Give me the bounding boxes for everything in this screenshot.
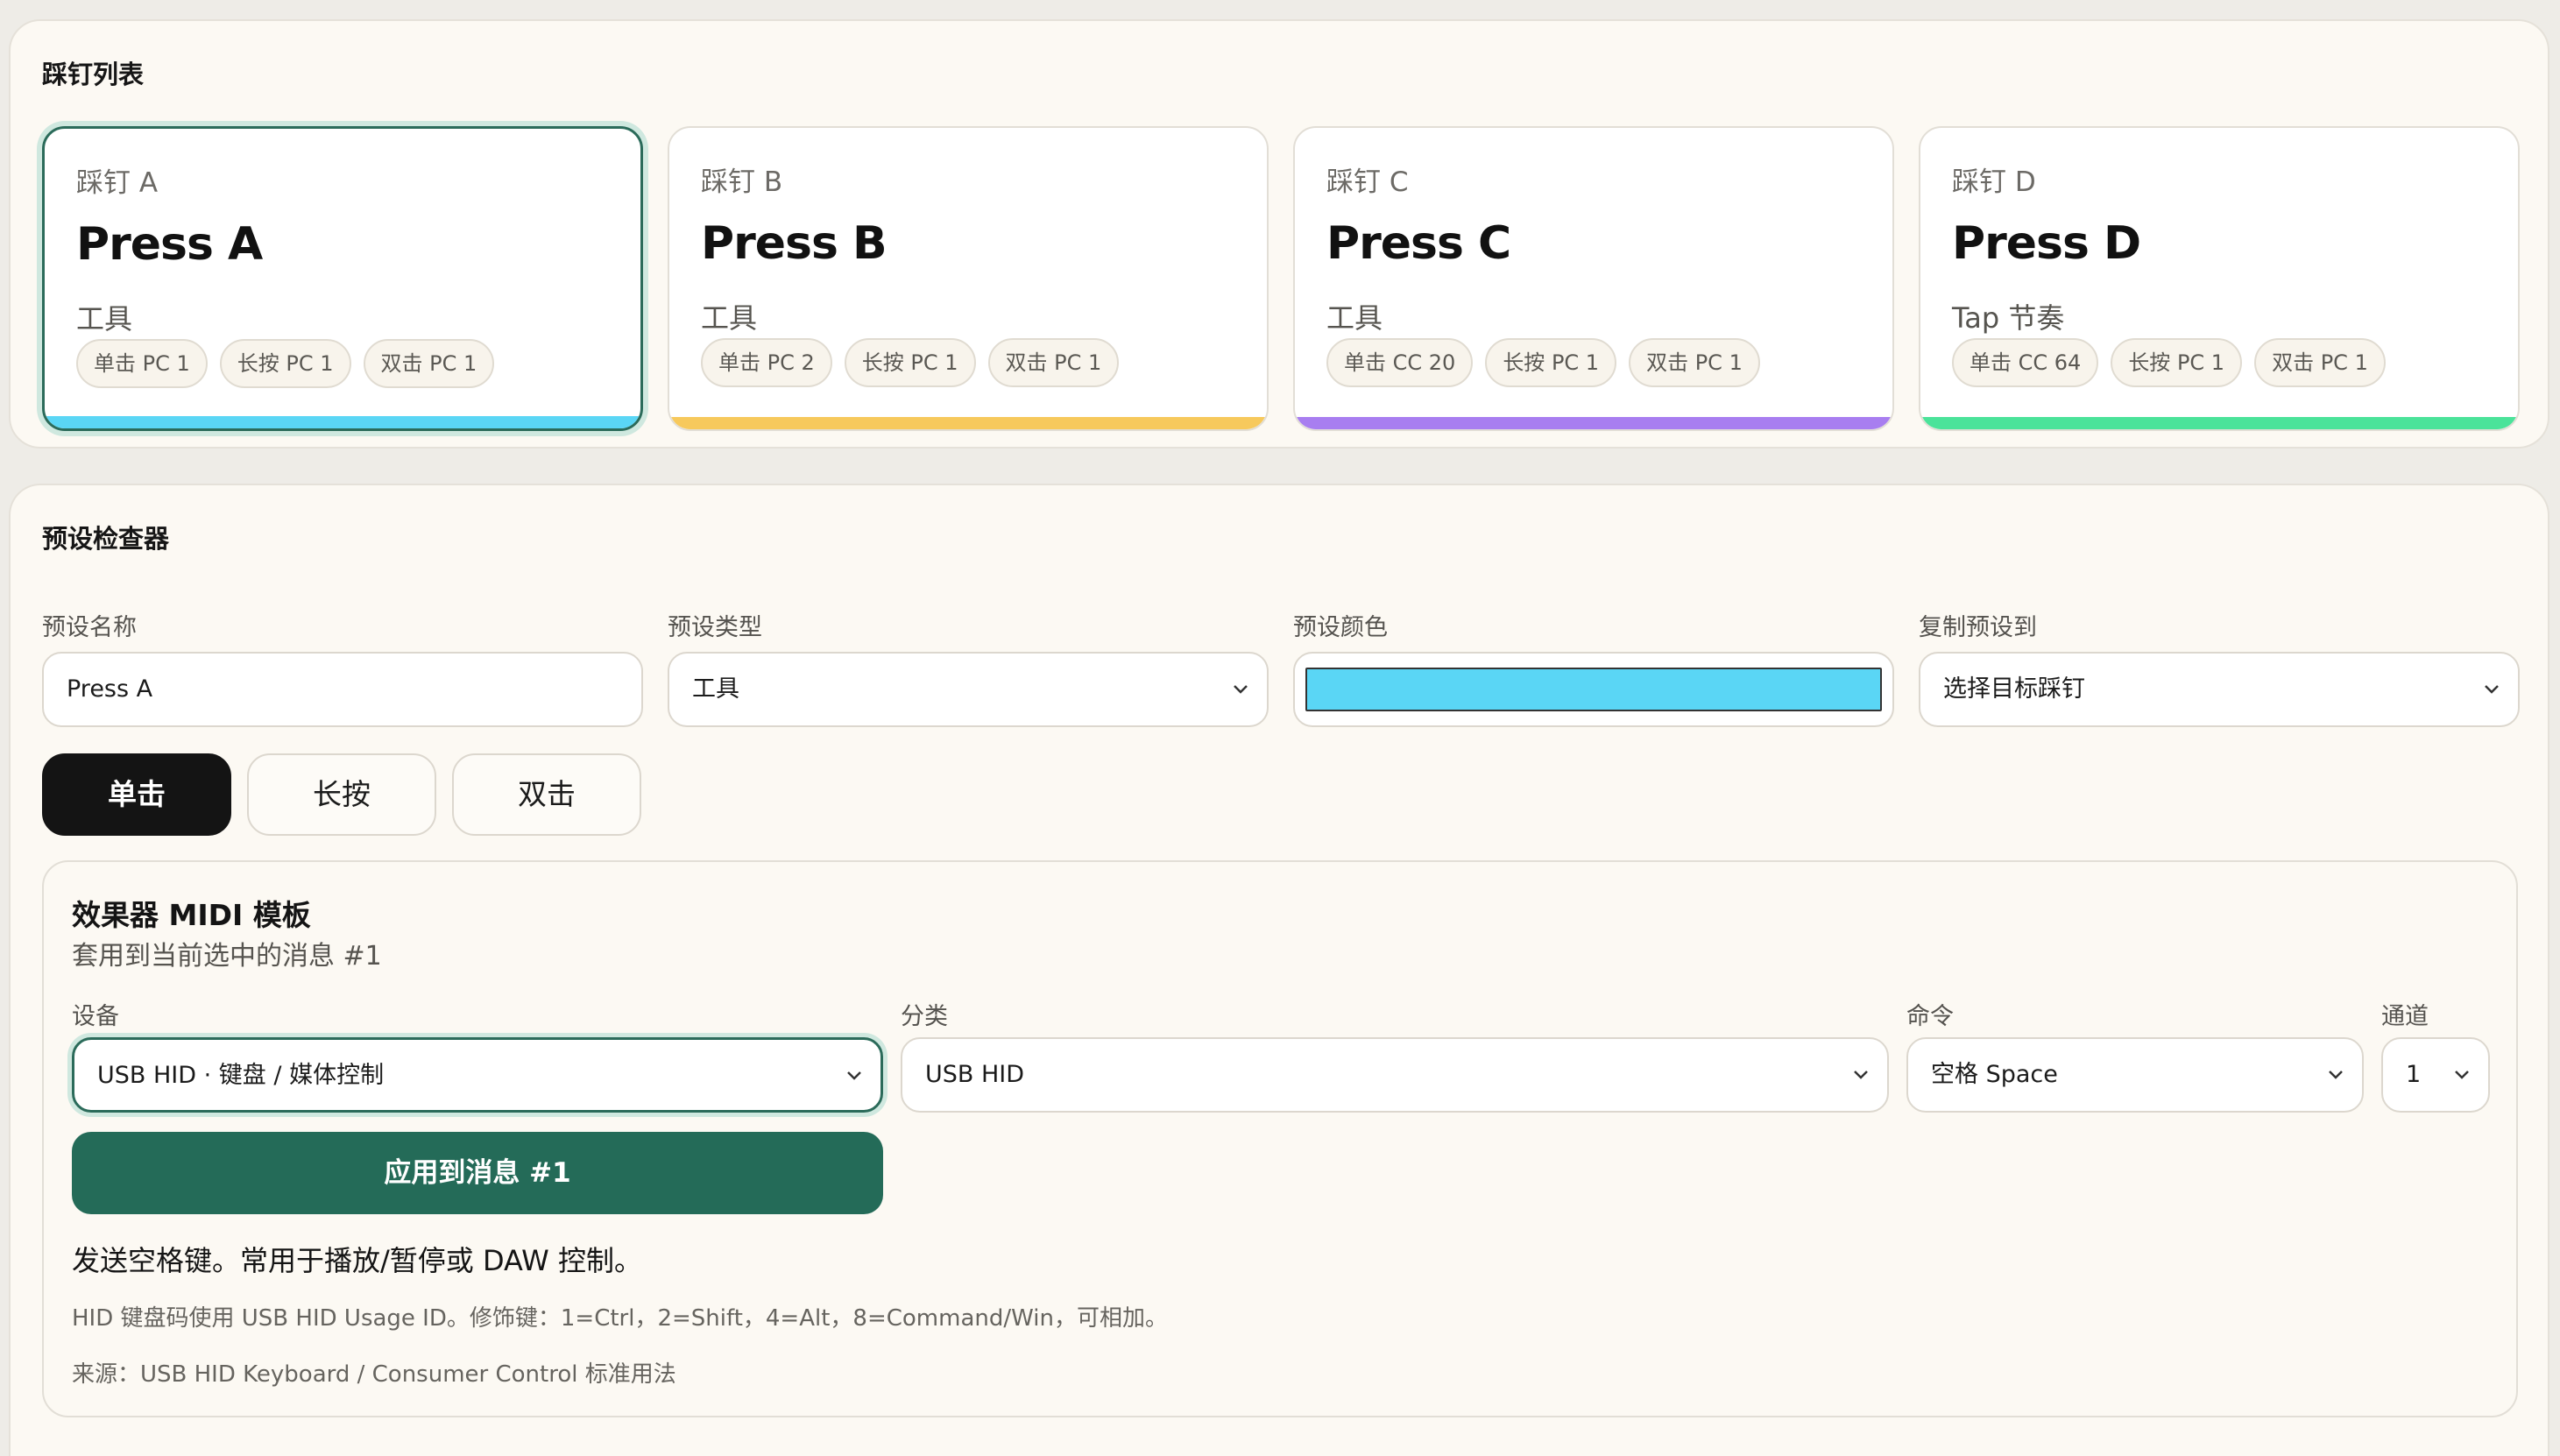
channel-select[interactable]: 1 [2381, 1037, 2490, 1113]
mode-tab-hold[interactable]: 长按 [247, 753, 436, 836]
action-chip-double: 双击 PC 1 [363, 339, 495, 388]
action-chip-double: 双击 PC 1 [2254, 338, 2386, 387]
action-chip-hold: 长按 PC 1 [844, 338, 976, 387]
preset-name-label: 预设名称 [42, 614, 137, 641]
preset-inspector-panel: 预设检查器 预设名称 Press A 预设类型 工具 预设颜色 复制预设到 选择… [9, 484, 2549, 1456]
action-chip-hold: 长按 PC 1 [219, 339, 351, 388]
preset-type-label: 预设类型 [668, 614, 762, 641]
preset-type-value: 工具 [692, 675, 739, 703]
action-chip-double: 双击 PC 1 [1629, 338, 1760, 387]
pedal-preset-name: Press C [1326, 217, 1511, 270]
pedal-color-bar [1295, 417, 1892, 429]
preset-name-input[interactable]: Press A [42, 652, 643, 727]
chevron-down-icon [847, 1071, 861, 1080]
category-select[interactable]: USB HID [901, 1037, 1889, 1113]
source-note: 来源：USB HID Keyboard / Consumer Control 标… [72, 1361, 676, 1388]
device-select[interactable]: USB HID · 键盘 / 媒体控制 [72, 1037, 883, 1113]
chevron-down-icon [2455, 1071, 2469, 1079]
preset-color-picker[interactable] [1293, 652, 1894, 727]
action-chip-tap: 单击 CC 20 [1326, 338, 1474, 387]
device-value: USB HID · 键盘 / 媒体控制 [97, 1062, 385, 1089]
channel-label: 通道 [2381, 1003, 2429, 1030]
pedal-label: 踩钉 D [1952, 166, 2036, 198]
pedal-preset-name: Press A [76, 218, 263, 271]
category-label: 分类 [901, 1003, 948, 1030]
device-label: 设备 [72, 1003, 119, 1030]
pedal-list-panel: 踩钉列表 踩钉 A Press A 工具 单击 PC 1 长按 PC 1 双击 … [9, 19, 2549, 449]
pedal-color-bar [45, 416, 640, 428]
preset-color-label: 预设颜色 [1293, 614, 1388, 641]
copy-to-label: 复制预设到 [1919, 614, 2037, 641]
pedal-preset-type: 工具 [76, 302, 133, 336]
action-chip-hold: 长按 PC 1 [2111, 338, 2243, 387]
pedal-preset-name: Press B [701, 217, 888, 270]
midi-template-box: 效果器 MIDI 模板 套用到当前选中的消息 #1 设备 USB HID · 键… [42, 860, 2518, 1417]
action-chip-double: 双击 PC 1 [987, 338, 1120, 387]
color-swatch [1305, 668, 1882, 711]
apply-to-message-button[interactable]: 应用到消息 #1 [72, 1132, 883, 1214]
chevron-down-icon [2329, 1071, 2343, 1079]
pedal-card-c[interactable]: 踩钉 C Press C 工具 单击 CC 20 长按 PC 1 双击 PC 1 [1293, 126, 1894, 431]
preset-type-select[interactable]: 工具 [668, 652, 1269, 727]
pedal-card-d[interactable]: 踩钉 D Press D Tap 节奏 单击 CC 64 长按 PC 1 双击 … [1919, 126, 2520, 431]
chevron-down-icon [1234, 685, 1248, 694]
pedal-label: 踩钉 C [1326, 166, 1409, 198]
pedal-preset-type: Tap 节奏 [1952, 301, 2065, 335]
pedal-preset-type: 工具 [701, 301, 758, 335]
command-label: 命令 [1906, 1003, 1954, 1030]
pedal-card-a[interactable]: 踩钉 A Press A 工具 单击 PC 1 长按 PC 1 双击 PC 1 [42, 126, 643, 431]
category-value: USB HID [925, 1061, 1025, 1088]
template-subtitle: 套用到当前选中的消息 #1 [72, 941, 382, 972]
template-title: 效果器 MIDI 模板 [72, 898, 311, 932]
inspector-title: 预设检查器 [42, 524, 170, 554]
pedal-list-title: 踩钉列表 [42, 60, 145, 89]
pedal-color-bar [1920, 417, 2518, 429]
copy-to-value: 选择目标踩钉 [1943, 675, 2085, 703]
chevron-down-icon [2485, 685, 2499, 694]
action-chip-tap: 单击 PC 2 [701, 338, 832, 387]
mode-tab-double[interactable]: 双击 [452, 753, 641, 836]
command-description: 发送空格键。常用于播放/暂停或 DAW 控制。 [72, 1244, 642, 1277]
action-chip-tap: 单击 CC 64 [1952, 338, 2099, 387]
pedal-label: 踩钉 B [701, 166, 783, 198]
copy-to-select[interactable]: 选择目标踩钉 [1919, 652, 2520, 727]
hid-usage-note: HID 键盘码使用 USB HID Usage ID。修饰键：1=Ctrl，2=… [72, 1305, 1168, 1332]
pedal-color-bar [669, 417, 1267, 429]
channel-value: 1 [2406, 1061, 2422, 1088]
pedal-label: 踩钉 A [76, 167, 159, 199]
chevron-down-icon [1854, 1071, 1868, 1079]
action-chip-hold: 长按 PC 1 [1485, 338, 1617, 387]
command-value: 空格 Space [1931, 1061, 2058, 1088]
pedal-card-b[interactable]: 踩钉 B Press B 工具 单击 PC 2 长按 PC 1 双击 PC 1 [668, 126, 1269, 431]
pedal-preset-name: Press D [1952, 217, 2141, 270]
action-chip-tap: 单击 PC 1 [76, 339, 208, 388]
mode-tab-tap[interactable]: 单击 [42, 753, 231, 836]
pedal-preset-type: 工具 [1326, 301, 1383, 335]
command-select[interactable]: 空格 Space [1906, 1037, 2364, 1113]
